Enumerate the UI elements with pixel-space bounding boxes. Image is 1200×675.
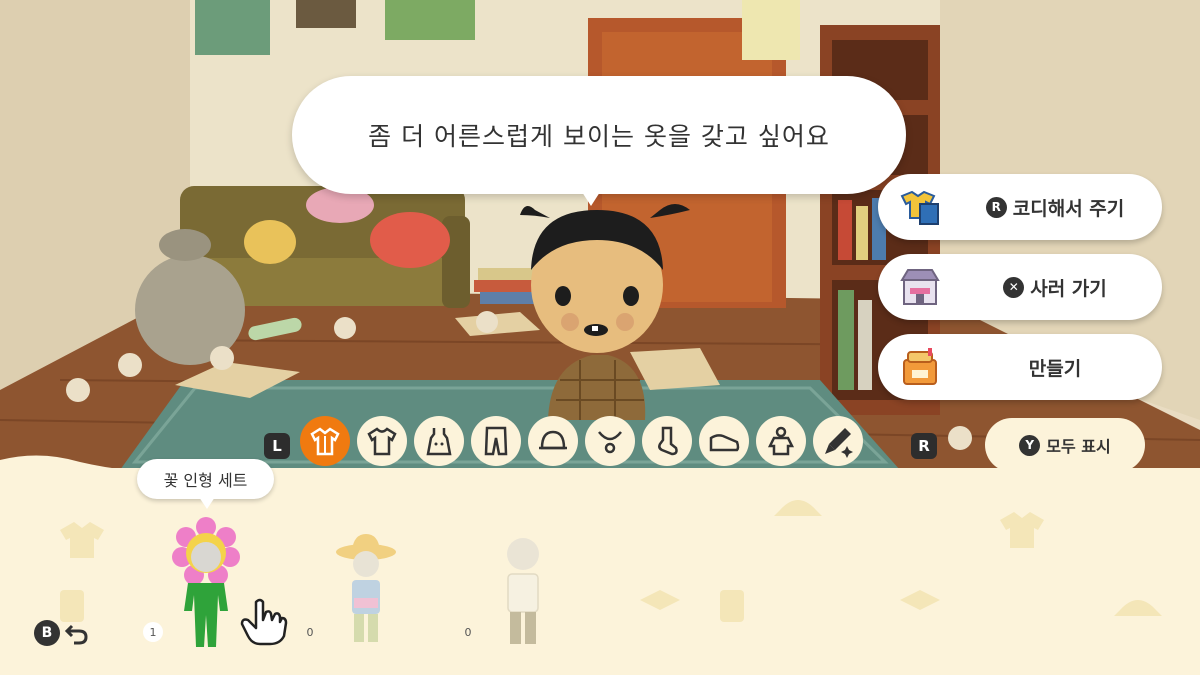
go-shopping-button[interactable]: ✕ 사러 가기 <box>878 254 1162 320</box>
go-shopping-label: 사러 가기 <box>1030 277 1107 300</box>
tab-tops[interactable] <box>357 416 407 466</box>
speech-bubble: 좀 더 어른스럽게 보이는 옷을 갖고 싶어요 <box>292 76 906 194</box>
dialogue-text: 좀 더 어른스럽게 보이는 옷을 갖고 싶어요 <box>368 122 830 151</box>
set-icon <box>310 427 340 456</box>
back-arrow-icon <box>64 624 88 645</box>
make-label: 만들기 <box>1028 357 1082 380</box>
tab-accessories[interactable] <box>585 416 635 466</box>
show-all-label: 모두 표시 <box>1046 437 1111 456</box>
y-button-icon: Y <box>1019 434 1041 456</box>
tab-set[interactable] <box>300 416 350 466</box>
workshop-icon <box>903 348 937 385</box>
b-button-icon: B <box>34 620 60 646</box>
tab-costumes[interactable] <box>756 416 806 466</box>
x-button-icon: ✕ <box>1003 276 1025 298</box>
category-tabs <box>300 416 863 472</box>
show-all-button[interactable]: Y 모두 표시 <box>985 418 1145 472</box>
item-name: 꽃 인형 세트 <box>163 471 248 490</box>
shirt-icon <box>367 427 397 456</box>
outfit-plain[interactable] <box>490 532 556 647</box>
hat-icon <box>539 430 567 450</box>
shoe-icon <box>709 434 740 452</box>
coordinate-give-label: 코디해서 주기 <box>1012 197 1125 220</box>
costume-icon <box>767 426 795 456</box>
paint-icon <box>825 428 853 458</box>
owned-count: 0 <box>306 625 314 639</box>
owned-count: 1 <box>143 622 163 642</box>
pants-icon <box>484 426 508 456</box>
tab-dresses[interactable] <box>414 416 464 466</box>
l-button-icon[interactable]: L <box>264 433 290 459</box>
hand-cursor-icon <box>240 598 288 646</box>
clothes-icon <box>900 190 939 225</box>
tab-shoes[interactable] <box>699 416 749 466</box>
outfit-sun-hat[interactable] <box>330 530 402 645</box>
tab-socks[interactable] <box>642 416 692 466</box>
tab-bottoms[interactable] <box>471 416 521 466</box>
owned-count: 0 <box>464 625 472 639</box>
back-button[interactable]: B <box>34 620 90 646</box>
dress-icon <box>426 428 452 456</box>
coordinate-give-button[interactable]: R 코디해서 주기 <box>878 174 1162 240</box>
necklace-icon <box>598 431 622 454</box>
tab-custom[interactable] <box>813 416 863 466</box>
shop-icon <box>900 269 940 305</box>
make-button[interactable]: 만들기 <box>878 334 1162 400</box>
r-button-icon: R <box>985 196 1007 218</box>
sock-icon <box>658 426 678 456</box>
r-shoulder-button-icon[interactable]: R <box>911 433 937 459</box>
outfit-flower-costume[interactable] <box>168 515 244 650</box>
tab-headwear[interactable] <box>528 416 578 466</box>
item-name-tooltip: 꽃 인형 세트 <box>137 459 274 509</box>
